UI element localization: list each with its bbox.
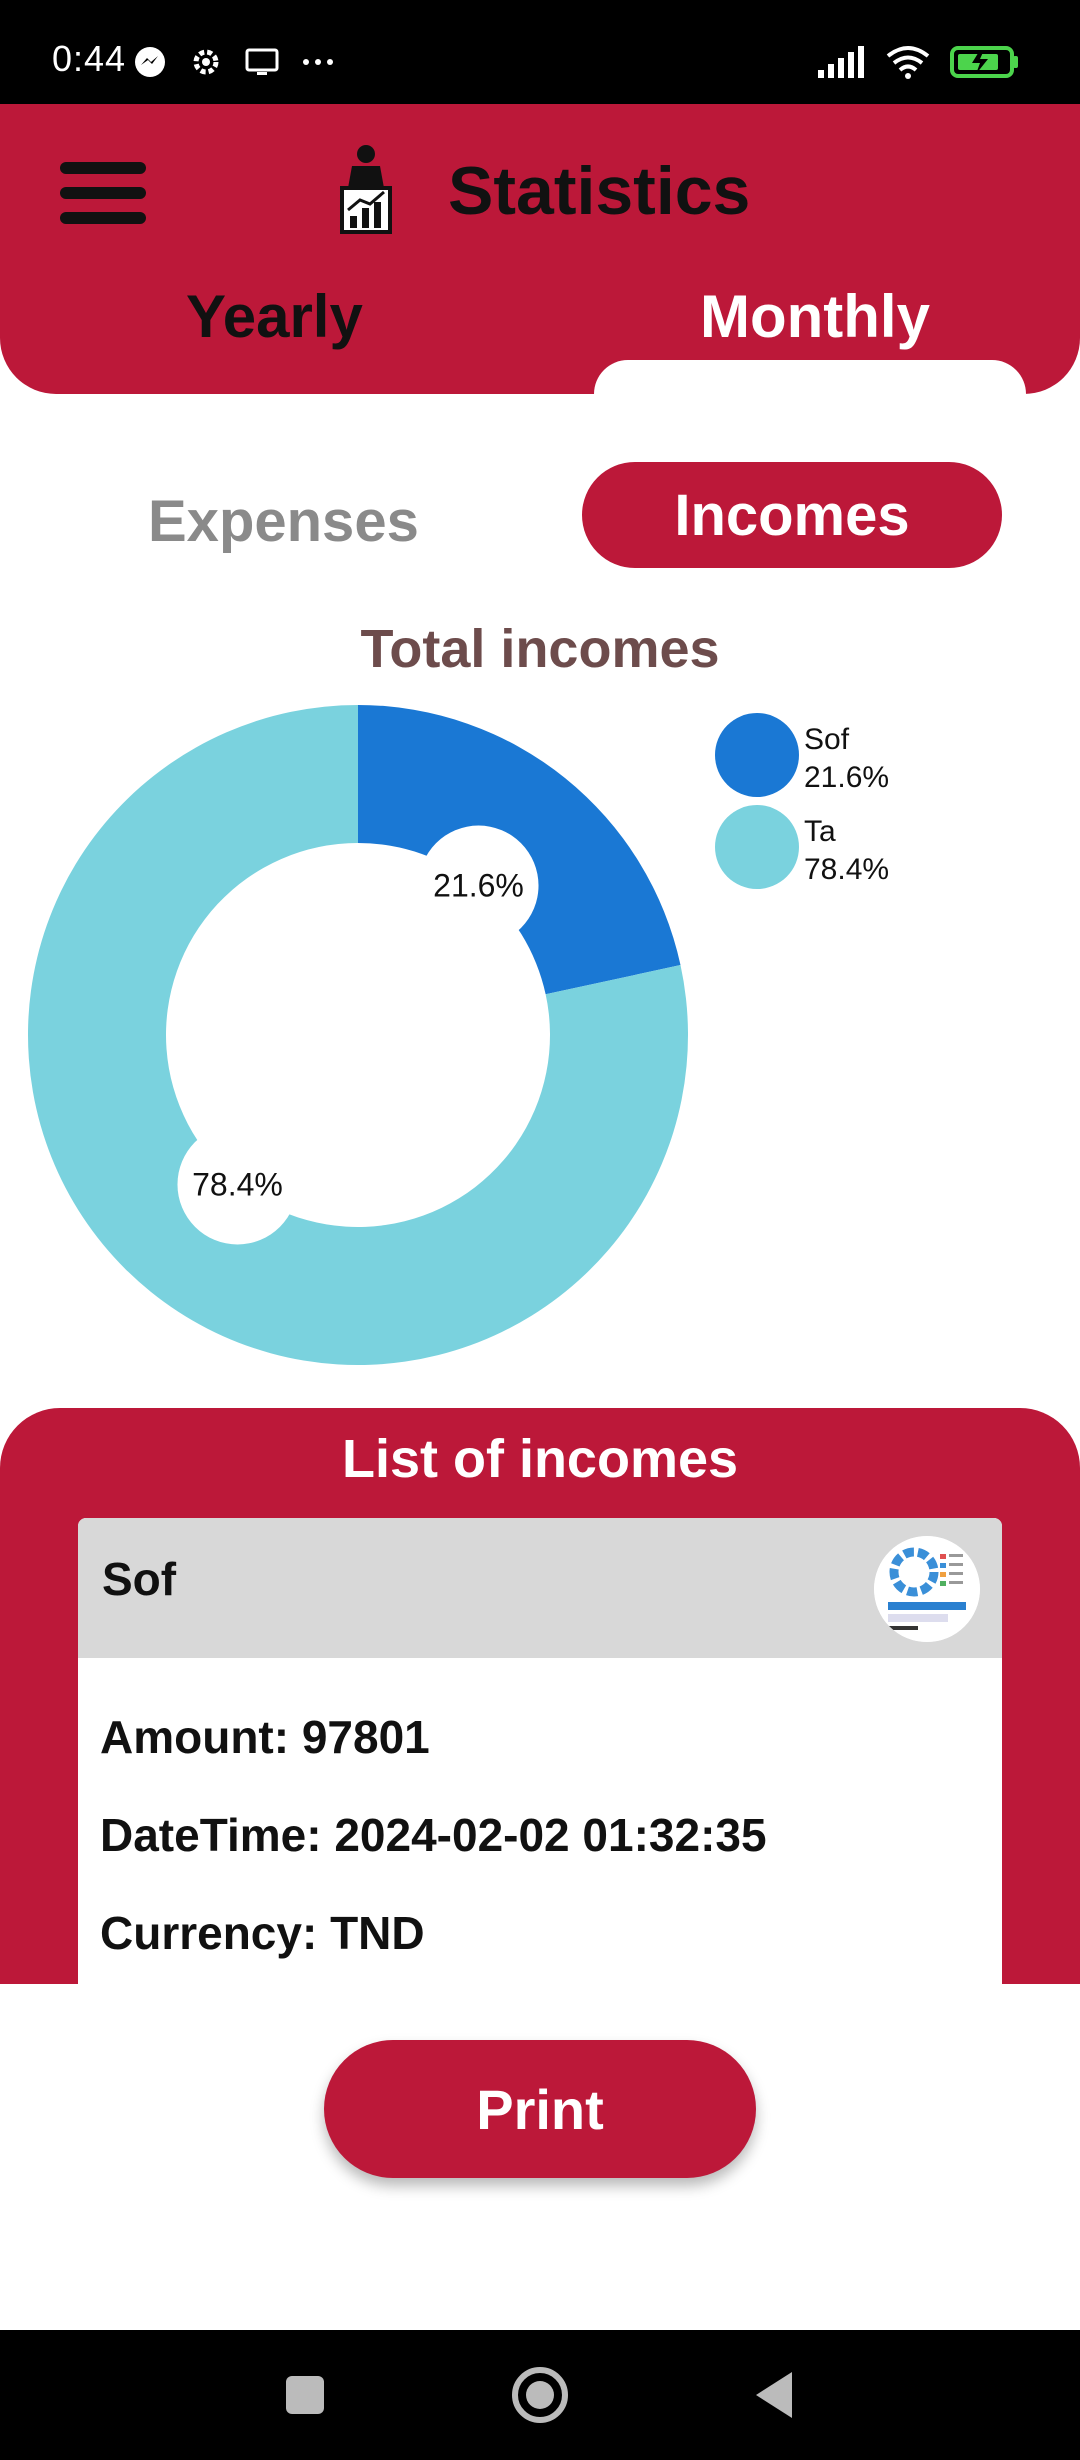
wifi-icon <box>886 46 930 79</box>
slice-value-label: 21.6% <box>433 868 524 904</box>
income-thumbnail-icon[interactable] <box>874 1536 980 1642</box>
incomes-toggle-button[interactable]: Incomes <box>582 462 1002 568</box>
income-datetime: DateTime: 2024-02-02 01:32:35 <box>100 1809 767 1861</box>
slice-value-label: 78.4% <box>192 1166 283 1202</box>
status-icons-right <box>816 44 1020 80</box>
legend-swatch-sof <box>715 713 799 797</box>
recent-apps-icon[interactable] <box>270 2360 340 2430</box>
expenses-toggle-button[interactable]: Expenses <box>148 488 419 555</box>
back-icon[interactable] <box>740 2360 810 2430</box>
income-card[interactable]: Sof Amount: 97801 DateTime: 2024-02-02 0… <box>78 1518 1002 1984</box>
income-name: Sof <box>102 1553 177 1605</box>
system-nav-bar <box>0 2330 1080 2460</box>
income-list-panel: List of incomes Sof Amount: 97801 DateTi… <box>0 1408 1080 1984</box>
battery-charging-icon <box>950 46 1018 78</box>
status-time: 0:44 <box>52 38 127 79</box>
donut-chart: 21.6% 78.4% Sof 21.6% Ta 78.4% <box>28 705 889 1365</box>
legend-percent: 78.4% <box>804 853 889 886</box>
income-card-header: Sof <box>78 1518 1002 1658</box>
tab-selected-indicator <box>594 360 1026 400</box>
more-dots-icon <box>303 59 333 65</box>
print-button[interactable]: Print <box>324 2040 756 2178</box>
legend-label: Sof <box>804 723 850 756</box>
income-currency: Currency: TND <box>100 1907 425 1959</box>
status-icons-left <box>132 44 336 80</box>
tab-monthly[interactable]: Monthly <box>700 282 930 351</box>
legend-swatch-ta <box>715 805 799 889</box>
home-icon[interactable] <box>505 2360 575 2430</box>
screen-icon <box>245 48 279 75</box>
legend-label: Ta <box>804 815 836 848</box>
messenger-icon <box>135 47 165 77</box>
page-title: Statistics <box>448 153 751 229</box>
app-header: Statistics Yearly Monthly <box>0 104 1080 400</box>
statistics-presenter-icon <box>340 145 392 234</box>
income-amount: Amount: 97801 <box>100 1711 430 1763</box>
status-bar: 0:44 <box>0 0 1080 104</box>
tab-yearly[interactable]: Yearly <box>186 282 363 351</box>
legend-percent: 21.6% <box>804 761 889 794</box>
gear-icon <box>193 49 219 75</box>
chart-title: Total incomes <box>360 619 720 679</box>
hamburger-menu-icon[interactable] <box>60 162 146 224</box>
signal-icon <box>818 46 864 78</box>
list-title: List of incomes <box>341 1429 739 1489</box>
